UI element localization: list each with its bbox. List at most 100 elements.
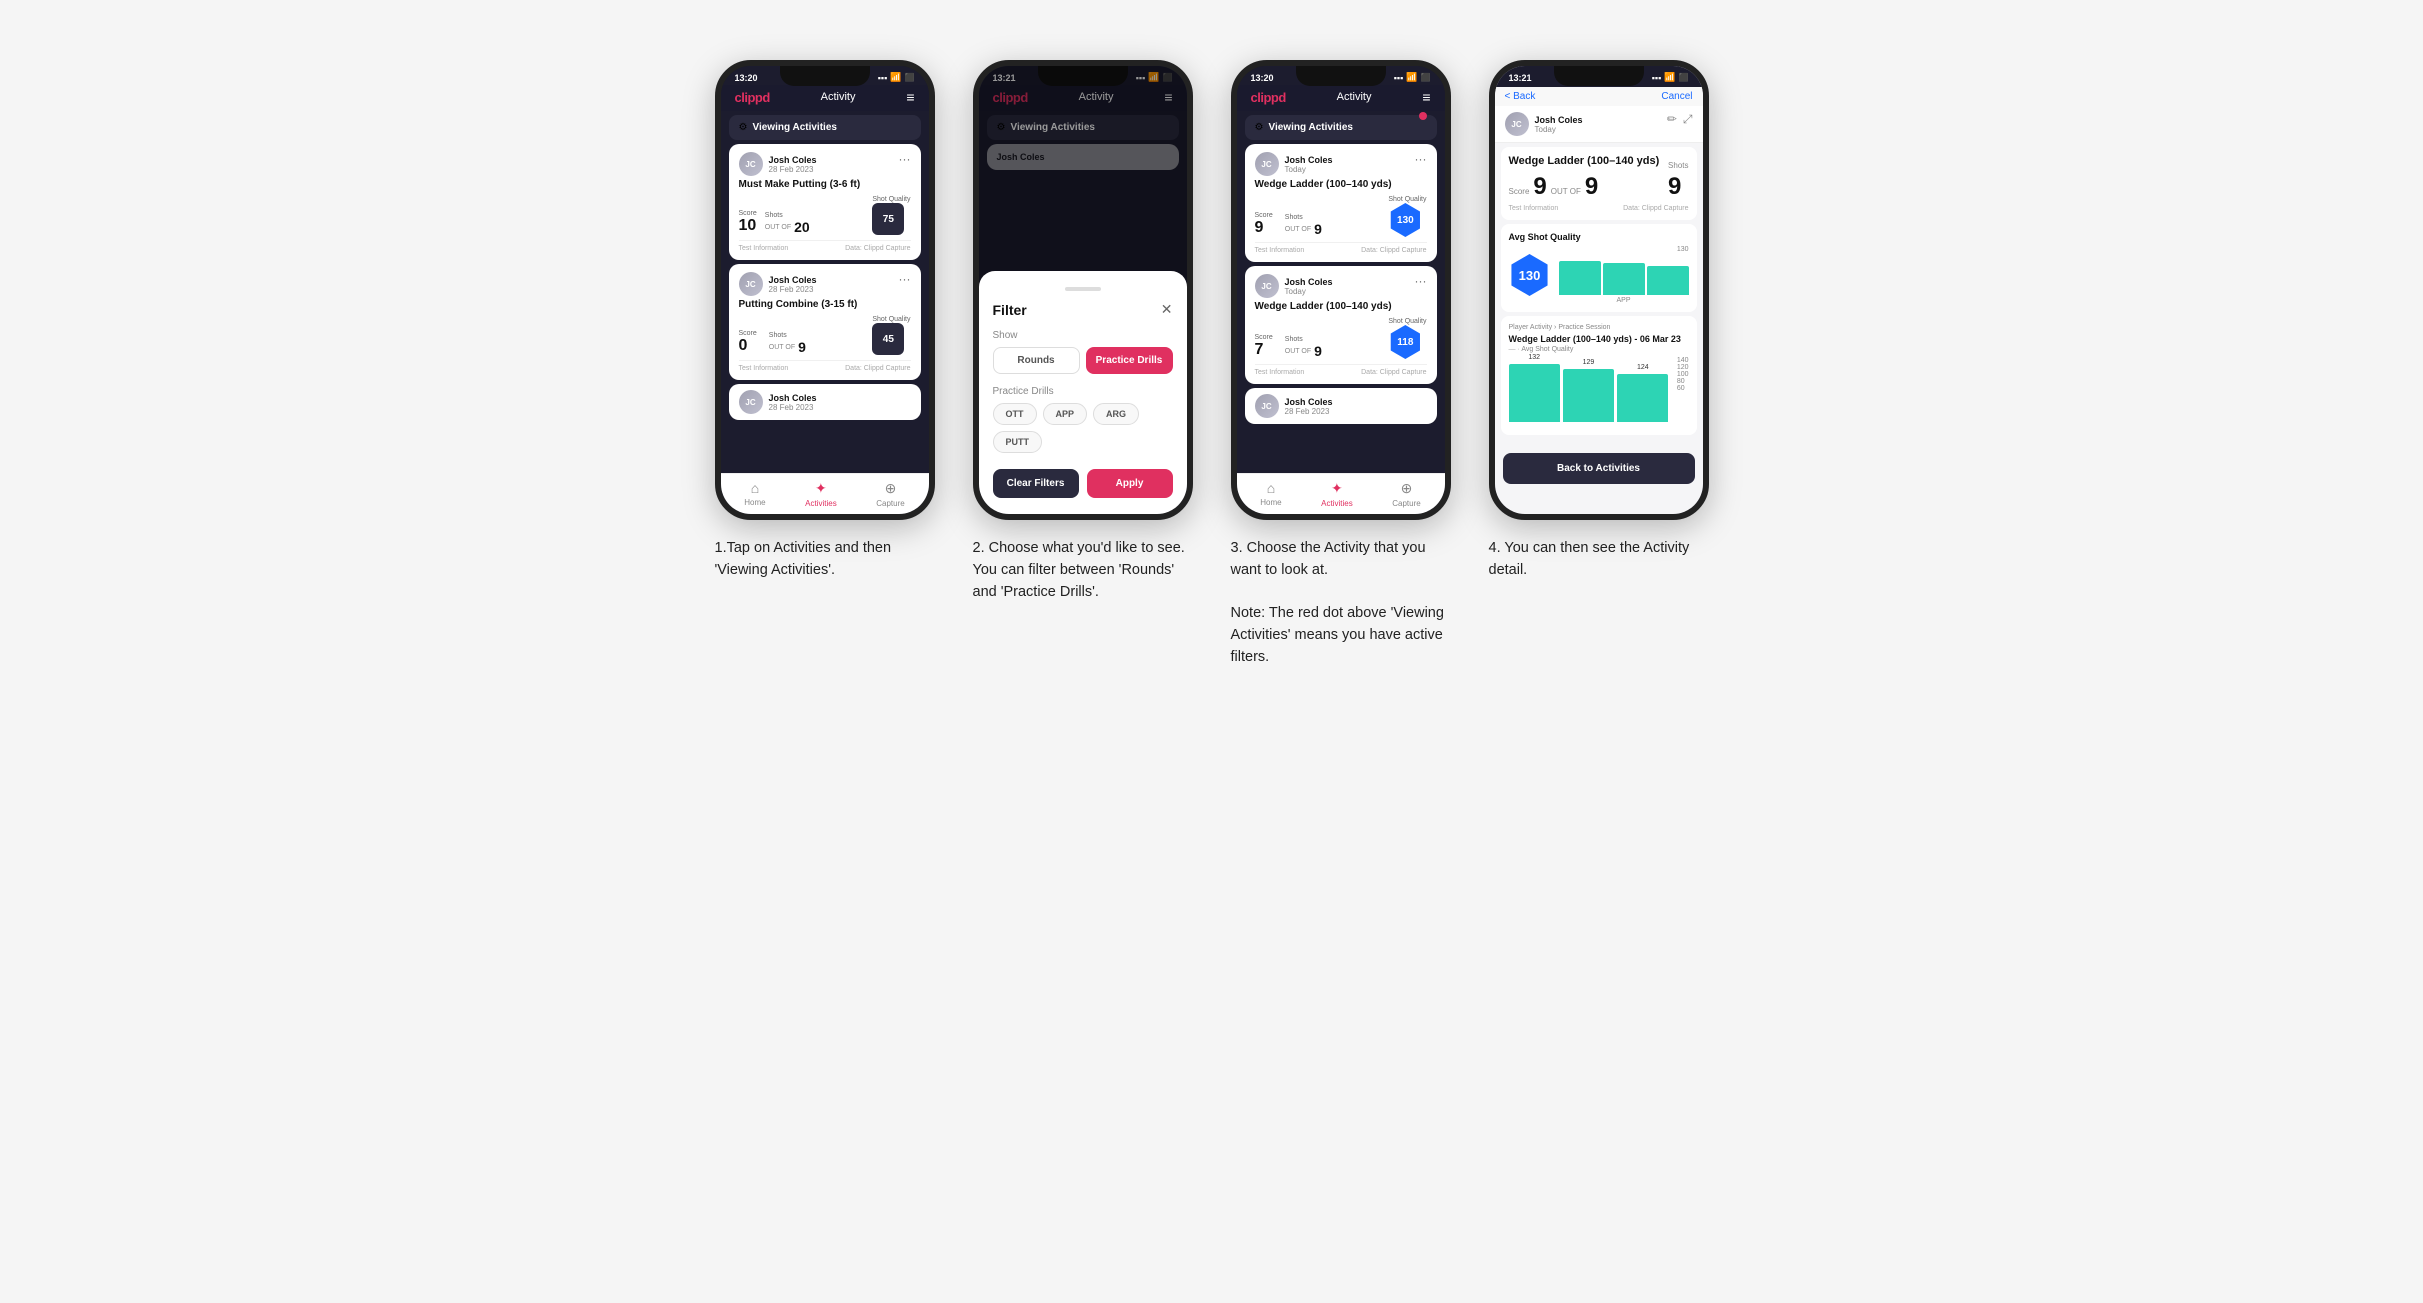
avatar-p3-2: JC (1255, 274, 1279, 298)
logo-3: clippd (1251, 90, 1286, 105)
back-activities-button[interactable]: Back to Activities (1503, 453, 1695, 484)
nav-capture-3[interactable]: ⊕ Capture (1392, 480, 1420, 508)
practice-session-section: Player Activity › Practice Session Wedge… (1501, 316, 1697, 435)
user-info-3: JC Josh Coles 28 Feb 2023 (739, 390, 911, 414)
phone-2-col: 13:21 ▪▪▪ 📶 ⬛ clippd Activity ≡ ⚙ Viewin (968, 60, 1198, 603)
viewing-bar-3[interactable]: ⚙ Viewing Activities (1245, 115, 1437, 140)
activity-card-p3-3[interactable]: JC Josh Coles 28 Feb 2023 (1245, 388, 1437, 424)
phone-1-col: 13:20 ▪▪▪ 📶 ⬛ clippd Activity ≡ ⚙ (710, 60, 940, 582)
phone-3-col: 13:20 ▪▪▪ 📶 ⬛ clippd Activity ≡ ⚙ Viewin (1226, 60, 1456, 669)
more-p3-2[interactable]: ··· (1415, 274, 1427, 288)
edit-icon[interactable]: ✏ (1667, 112, 1677, 127)
hex-badge-2: 118 (1388, 325, 1422, 359)
outof-label-d: OUT OF (1551, 187, 1581, 196)
pill-app[interactable]: APP (1043, 403, 1088, 425)
cancel-button[interactable]: Cancel (1661, 91, 1692, 102)
rounds-toggle[interactable]: Rounds (993, 347, 1080, 374)
battery-icon-4: ⬛ (1679, 73, 1689, 82)
more-p3-1[interactable]: ··· (1415, 152, 1427, 166)
nav-capture[interactable]: ⊕ Capture (876, 480, 904, 508)
apply-button[interactable]: Apply (1087, 469, 1173, 498)
signal-icon-3: ▪▪▪ (1394, 73, 1404, 83)
phone-2: 13:21 ▪▪▪ 📶 ⬛ clippd Activity ≡ ⚙ Viewin (973, 60, 1193, 520)
home-icon-3: ⌂ (1267, 480, 1275, 496)
quality-badge-2: 45 (872, 323, 904, 355)
avatar-3: JC (739, 390, 763, 414)
nav-bar: clippd Activity ≡ (721, 85, 929, 111)
activity-card-p3-2[interactable]: JC Josh Coles Today ··· Wedge Ladder (10… (1245, 266, 1437, 384)
mini-chart (1559, 255, 1689, 295)
outof-label: OUT OF (765, 224, 791, 231)
chart-bar-3: 124 (1617, 374, 1668, 422)
avatar-2: JC (739, 272, 763, 296)
filter-sheet: Filter ✕ Show Rounds Practice Drills Pra… (979, 271, 1187, 514)
detail-header: < Back Cancel (1495, 87, 1703, 106)
pill-putt[interactable]: PUTT (993, 431, 1043, 453)
nav-activities[interactable]: ✦ Activities (805, 480, 837, 508)
score-value: 10 (739, 217, 757, 235)
detail-footer: Test Information Data: Clippd Capture (1509, 205, 1689, 212)
phone-4: 13:21 ▪▪▪ 📶 ⬛ < Back Cancel (1489, 60, 1709, 520)
status-icons: ▪▪▪ 📶 ⬛ (878, 72, 915, 83)
hex-badge-1: 130 (1388, 203, 1422, 237)
detail-shots: 9 (1585, 173, 1598, 201)
nav-title: Activity (821, 91, 856, 103)
expand-icon[interactable]: ⤢ (1683, 112, 1693, 127)
phone-1: 13:20 ▪▪▪ 📶 ⬛ clippd Activity ≡ ⚙ (715, 60, 935, 520)
more-icon-2[interactable]: ··· (899, 272, 911, 286)
user-name-2: Josh Coles (769, 275, 817, 285)
quality-badge: 75 (872, 203, 904, 235)
card-title: Must Make Putting (3-6 ft) (739, 179, 911, 190)
shots-label-d: Shots (1668, 161, 1688, 170)
filter-title: Filter (993, 302, 1027, 318)
pill-ott[interactable]: OTT (993, 403, 1037, 425)
chart-bars: 132 129 124 (1509, 357, 1689, 422)
filter-icon-3: ⚙ (1255, 122, 1264, 133)
menu-icon[interactable]: ≡ (906, 89, 914, 105)
score-label-d: Score (1509, 187, 1530, 196)
pill-arg[interactable]: ARG (1093, 403, 1139, 425)
menu-icon-3[interactable]: ≡ (1422, 89, 1430, 105)
user-date-2: 28 Feb 2023 (769, 285, 817, 294)
activity-card-3-partial[interactable]: JC Josh Coles 28 Feb 2023 (729, 384, 921, 420)
time-4: 13:21 (1509, 73, 1532, 83)
back-button[interactable]: < Back (1505, 91, 1536, 102)
detail-user-row: JC Josh Coles Today ✏ ⤢ (1495, 106, 1703, 143)
viewing-activities-bar[interactable]: ⚙ Viewing Activities (729, 115, 921, 140)
nav-title-3: Activity (1337, 91, 1372, 103)
time-3: 13:20 (1251, 73, 1274, 83)
quality-label: Shot Quality (872, 196, 910, 203)
avatar-p3-3: JC (1255, 394, 1279, 418)
sheet-handle (1065, 287, 1101, 291)
card-title-2: Putting Combine (3-15 ft) (739, 299, 911, 310)
close-icon[interactable]: ✕ (1161, 301, 1173, 318)
activity-card-p3-1[interactable]: JC Josh Coles Today ··· Wedge Ladder (10… (1245, 144, 1437, 262)
bar-2 (1603, 263, 1645, 295)
bar-1 (1559, 261, 1601, 295)
signal-icon: ▪▪▪ (878, 73, 888, 83)
activity-card-2[interactable]: JC Josh Coles 28 Feb 2023 ··· Putting Co… (729, 264, 921, 380)
nav-activities-3[interactable]: ✦ Activities (1321, 480, 1353, 508)
clear-filters-button[interactable]: Clear Filters (993, 469, 1079, 498)
user-name: Josh Coles (769, 155, 817, 165)
practice-drills-toggle[interactable]: Practice Drills (1086, 347, 1173, 374)
more-icon[interactable]: ··· (899, 152, 911, 166)
drill-pills: OTT APP ARG PUTT (993, 403, 1173, 453)
caption-3: 3. Choose the Activity that you want to … (1231, 538, 1451, 669)
time: 13:20 (735, 73, 758, 83)
nav-home[interactable]: ⌂ Home (744, 480, 765, 508)
nav-home-3[interactable]: ⌂ Home (1260, 480, 1281, 508)
home-icon: ⌂ (751, 480, 759, 496)
practice-label: Practice Drills (993, 386, 1173, 397)
signal-icon-4: ▪▪▪ (1652, 73, 1662, 83)
battery-icon-3: ⬛ (1421, 73, 1431, 82)
chart-bar-1: 132 (1509, 364, 1560, 423)
avatar-p3-1: JC (1255, 152, 1279, 176)
caption-1: 1.Tap on Activities and then 'Viewing Ac… (715, 538, 935, 582)
activities-icon: ✦ (815, 480, 827, 497)
footer-info: Test Information (739, 245, 789, 252)
caption-2: 2. Choose what you'd like to see. You ca… (973, 538, 1193, 603)
phone-notch-3 (1296, 66, 1386, 86)
activity-card-1[interactable]: JC Josh Coles 28 Feb 2023 ··· Must Make … (729, 144, 921, 260)
red-dot (1419, 112, 1427, 120)
